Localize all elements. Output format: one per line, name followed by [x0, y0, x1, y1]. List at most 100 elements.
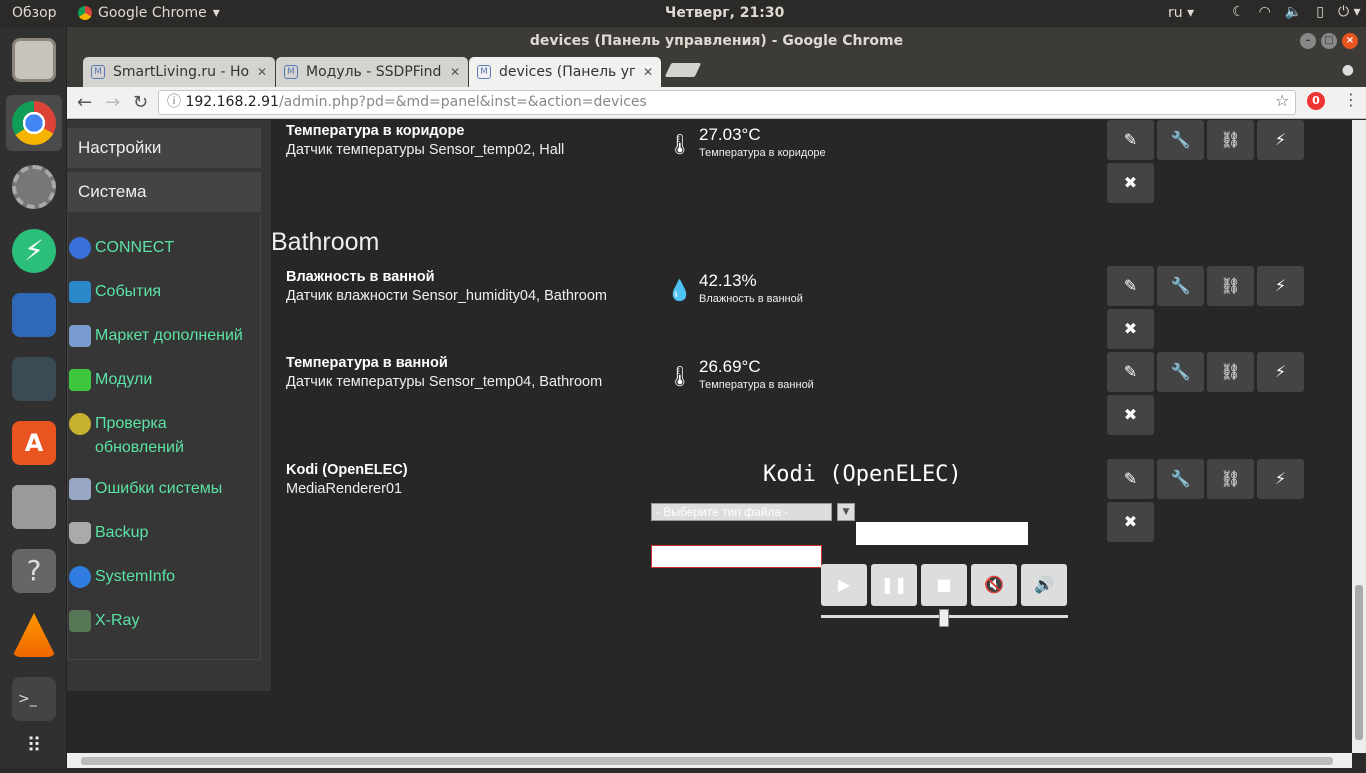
power-button[interactable]: ⚡: [1257, 459, 1304, 499]
info-icon[interactable]: ⓘ: [167, 94, 185, 110]
network-icon: [12, 293, 56, 337]
device-description: MediaRenderer01: [286, 481, 403, 497]
volume-button[interactable]: 🔊: [1021, 564, 1067, 606]
device-hall-temp: Температура в коридоре Датчик температур…: [286, 123, 564, 158]
scrollbar-thumb[interactable]: [81, 757, 1333, 765]
sidebar-item-xray[interactable]: X-Ray: [69, 609, 259, 633]
sidebar-item-backup[interactable]: Backup: [69, 521, 259, 545]
volume-slider-handle[interactable]: [939, 609, 949, 627]
edit-button[interactable]: ✎: [1107, 266, 1154, 306]
link-button[interactable]: ⛓: [1207, 266, 1254, 306]
settings-button[interactable]: 🔧: [1157, 266, 1204, 306]
sidebar-item-market[interactable]: Маркет дополнений: [69, 324, 259, 348]
device-reading: 🌡 27.03°C Температура в коридоре: [667, 125, 826, 159]
dock-software[interactable]: A: [6, 415, 62, 471]
link-button[interactable]: ⛓: [1207, 459, 1254, 499]
edit-button[interactable]: ✎: [1107, 352, 1154, 392]
chevron-down-icon[interactable]: ▼: [837, 503, 855, 521]
device-title[interactable]: Температура в коридоре: [286, 123, 564, 139]
device-title[interactable]: Влажность в ванной: [286, 269, 607, 285]
device-title[interactable]: Kodi (OpenELEC): [286, 462, 408, 478]
kodi-file-input[interactable]: [856, 522, 1028, 545]
dock-files[interactable]: [6, 32, 62, 88]
bookmark-star-icon[interactable]: ☆: [1275, 91, 1289, 110]
kodi-path-input[interactable]: [651, 545, 822, 568]
extension-icon[interactable]: 0: [1307, 92, 1325, 110]
sidebar-item-connect[interactable]: CONNECT: [69, 236, 259, 260]
xray-icon: [69, 610, 91, 632]
dock-chrome[interactable]: [6, 95, 62, 151]
dock-app-bolt[interactable]: ⚡: [6, 223, 62, 279]
maximize-button[interactable]: □: [1321, 33, 1337, 49]
wifi-icon: ◠: [1258, 4, 1271, 20]
reading-value: 26.69°C: [699, 357, 761, 376]
overview-button[interactable]: Обзор: [12, 5, 57, 21]
power-button[interactable]: ⚡: [1257, 266, 1304, 306]
horizontal-scrollbar[interactable]: [67, 753, 1352, 768]
tab-close-icon[interactable]: ✕: [643, 65, 653, 79]
sidebar-header-settings[interactable]: Настройки: [67, 128, 261, 168]
edit-button[interactable]: ✎: [1107, 459, 1154, 499]
close-window-button[interactable]: ×: [1342, 33, 1358, 49]
sidebar-item-modules[interactable]: Модули: [69, 368, 259, 392]
clock[interactable]: Четверг, 21:30: [665, 5, 784, 21]
tab-close-icon[interactable]: ✕: [450, 65, 460, 79]
profile-icon[interactable]: ●: [1342, 62, 1354, 78]
puzzle-icon: [69, 325, 91, 347]
tab-close-icon[interactable]: ✕: [257, 65, 267, 79]
settings-button[interactable]: 🔧: [1157, 352, 1204, 392]
delete-button[interactable]: ✖: [1107, 395, 1154, 435]
power-button[interactable]: ⚡: [1257, 352, 1304, 392]
sidebar-header-system[interactable]: Система: [67, 172, 261, 212]
stop-button[interactable]: ■: [921, 564, 967, 606]
device-title[interactable]: Температура в ванной: [286, 355, 602, 371]
keyboard-layout[interactable]: ru ▾: [1168, 5, 1194, 21]
dock-network[interactable]: [6, 287, 62, 343]
dock-vlc[interactable]: [6, 607, 62, 663]
file-type-select[interactable]: - Выберите тип файла -: [651, 503, 832, 521]
new-tab-button[interactable]: [664, 63, 702, 77]
link-button[interactable]: ⛓: [1207, 352, 1254, 392]
system-tray[interactable]: ☾ ◠ 🔈 ▯ ⏻ ▾: [1232, 4, 1361, 20]
scrollbar-thumb[interactable]: [1355, 585, 1363, 740]
play-button[interactable]: ▶: [821, 564, 867, 606]
dock-app-robot[interactable]: [6, 351, 62, 407]
robot-icon: [12, 357, 56, 401]
gear-icon: [12, 165, 56, 209]
clipboard-icon: ▯: [1316, 4, 1324, 20]
dock-help[interactable]: ?: [6, 543, 62, 599]
tab-ssdpfind[interactable]: M Модуль - SSDPFind ✕: [276, 57, 468, 87]
dock-settings[interactable]: [6, 159, 62, 215]
minimize-button[interactable]: –: [1300, 33, 1316, 49]
sidebar-item-systeminfo[interactable]: SystemInfo: [69, 565, 259, 589]
kodi-widget-title: Kodi (OpenELEC): [763, 462, 962, 487]
dock-show-apps[interactable]: ⠿: [6, 717, 62, 773]
app-menu[interactable]: Google Chrome ▾: [78, 5, 220, 21]
power-button[interactable]: ⚡: [1257, 120, 1304, 160]
vertical-scrollbar[interactable]: [1352, 120, 1366, 753]
app-name: Google Chrome: [98, 5, 207, 21]
delete-button[interactable]: ✖: [1107, 502, 1154, 542]
sidebar-item-errors[interactable]: Ошибки системы: [69, 477, 259, 501]
tab-smartliving[interactable]: M SmartLiving.ru - Ho ✕: [83, 57, 275, 87]
mute-button[interactable]: 🔇: [971, 564, 1017, 606]
tab-devices[interactable]: M devices (Панель уп ✕: [469, 57, 661, 87]
reload-icon[interactable]: ↻: [133, 92, 148, 113]
room-heading: Bathroom: [271, 228, 380, 256]
back-arrow-icon[interactable]: ←: [77, 92, 92, 113]
sidebar-item-updates[interactable]: Проверка обновлений: [69, 412, 259, 460]
address-bar[interactable]: ⓘ 192.168.2.91/admin.php?pd=&md=panel&in…: [158, 90, 1296, 115]
pause-button[interactable]: ❚❚: [871, 564, 917, 606]
settings-button[interactable]: 🔧: [1157, 459, 1204, 499]
delete-button[interactable]: ✖: [1107, 309, 1154, 349]
link-button[interactable]: ⛓: [1207, 120, 1254, 160]
update-icon: [69, 413, 91, 435]
dock-disks[interactable]: [6, 479, 62, 535]
chrome-menu-icon[interactable]: ⋮: [1343, 90, 1359, 109]
settings-button[interactable]: 🔧: [1157, 120, 1204, 160]
delete-button[interactable]: ✖: [1107, 163, 1154, 203]
chevron-down-icon: ▾: [212, 5, 220, 21]
forward-arrow-icon[interactable]: →: [105, 92, 120, 113]
edit-button[interactable]: ✎: [1107, 120, 1154, 160]
sidebar-item-events[interactable]: События: [69, 280, 259, 304]
